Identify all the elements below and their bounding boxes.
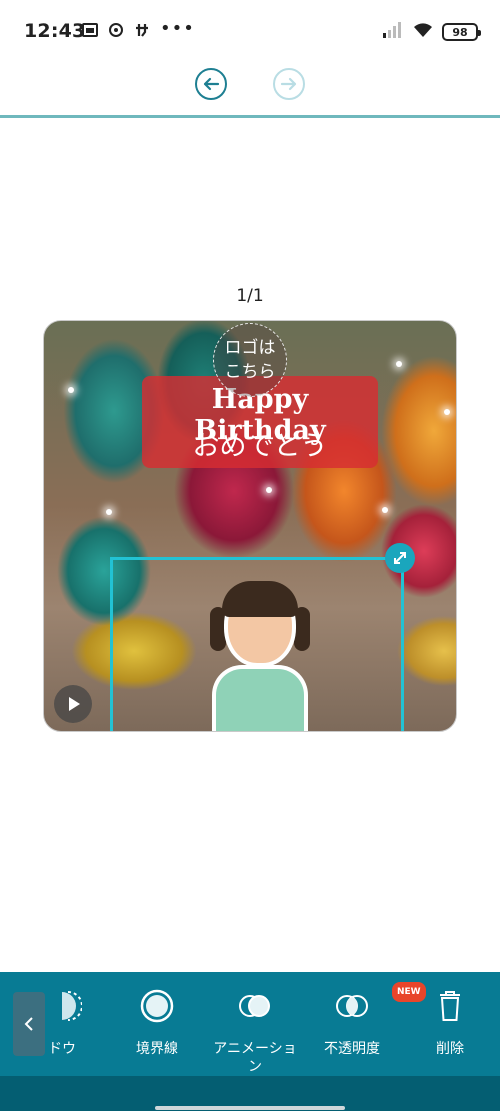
sparkle: [444, 409, 450, 415]
tool-label: アニメーショ ン: [213, 1041, 297, 1075]
more-notifications-icon: •••: [160, 18, 195, 39]
design-canvas[interactable]: Happy Birthday おめでとう ロゴは こちら: [43, 320, 457, 732]
logo-placeholder-line2: こちら: [224, 362, 276, 382]
photo-selection-frame[interactable]: [110, 557, 404, 731]
resize-icon: [394, 552, 406, 564]
bottom-toolbar: ドウ 境界線 アニメーショ ン NEW 不透明度 削除: [0, 972, 500, 1076]
undo-button[interactable]: [195, 68, 227, 100]
opacity-icon: NEW: [332, 982, 426, 1026]
border-icon: [137, 986, 177, 1026]
tool-opacity[interactable]: NEW 不透明度: [302, 982, 426, 1058]
sparkle: [68, 387, 74, 393]
signal-icon: [382, 22, 404, 42]
status-notification-icons: •••: [82, 18, 195, 39]
undo-icon: [203, 77, 220, 91]
logo-placeholder[interactable]: ロゴは こちら: [213, 323, 287, 397]
tool-label: 境界線: [136, 1041, 178, 1057]
sparkle: [106, 509, 112, 515]
greeting-japanese: おめでとう: [192, 431, 328, 462]
wifi-icon: [412, 22, 434, 42]
tool-shadow[interactable]: ドウ: [22, 986, 102, 1058]
gallery-icon: [82, 22, 98, 38]
logo-placeholder-line1: ロゴは: [224, 338, 276, 358]
editor-header: [0, 62, 500, 118]
page-counter: 1/1: [236, 286, 264, 306]
target-icon: [108, 22, 124, 38]
tool-label: 不透明度: [324, 1041, 380, 1057]
status-bar: 12:43 ••• 98: [0, 0, 500, 62]
animation-icon: [235, 986, 275, 1026]
redo-icon: [280, 77, 297, 91]
app-notification-icon: [134, 22, 150, 38]
tool-border[interactable]: 境界線: [107, 986, 207, 1058]
tool-label: ドウ: [48, 1041, 76, 1057]
play-icon: [69, 697, 80, 711]
redo-button[interactable]: [273, 68, 305, 100]
trash-icon: [430, 986, 470, 1026]
sparkle: [382, 507, 388, 513]
status-system-icons: 98: [382, 22, 481, 42]
sparkle: [396, 361, 402, 367]
home-gesture-bar[interactable]: [155, 1106, 345, 1110]
system-nav-bar: [0, 1076, 500, 1111]
tool-animation[interactable]: アニメーショ ン: [205, 986, 305, 1076]
resize-handle[interactable]: [385, 543, 415, 573]
tool-label: 削除: [436, 1041, 464, 1057]
battery-icon: 98: [442, 23, 481, 41]
sparkle: [266, 487, 272, 493]
shadow-icon: [42, 986, 82, 1026]
tool-delete[interactable]: 削除: [400, 986, 500, 1058]
status-time: 12:43: [24, 20, 86, 42]
play-button[interactable]: [54, 685, 92, 723]
